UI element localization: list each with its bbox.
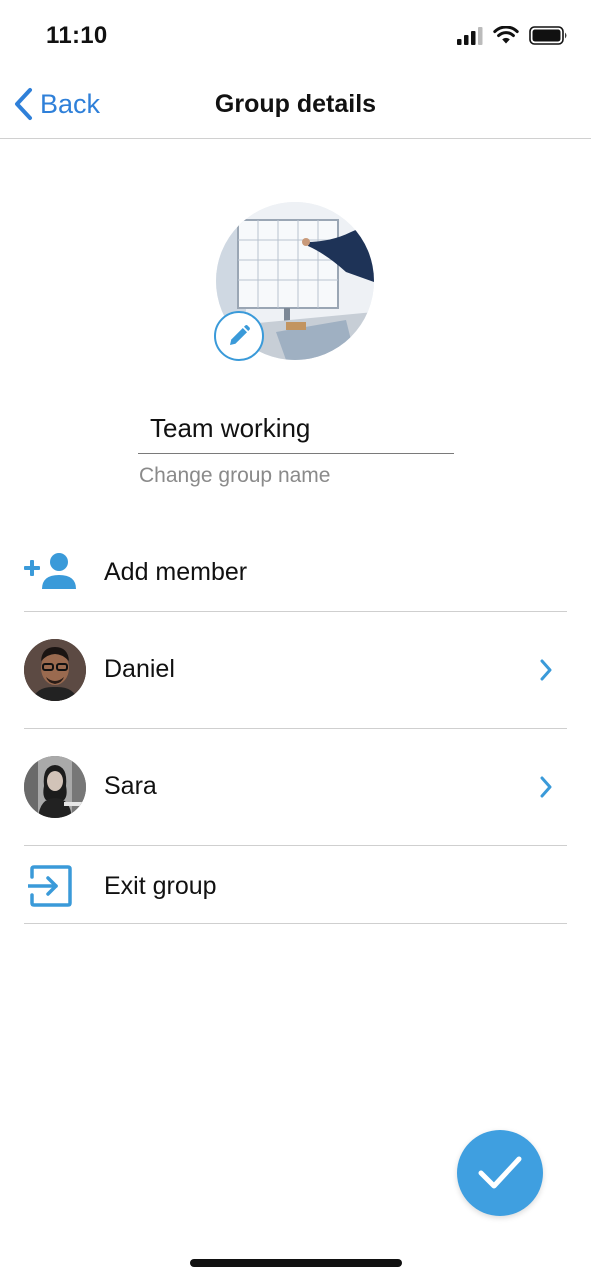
member-photo <box>24 639 86 701</box>
group-name-helper: Change group name <box>139 464 331 487</box>
member-name: Daniel <box>104 655 175 683</box>
status-icons <box>457 26 569 45</box>
cellular-signal-icon <box>457 26 483 45</box>
status-time: 11:10 <box>46 22 108 49</box>
exit-group-row[interactable]: Exit group <box>24 846 567 924</box>
add-member-label: Add member <box>104 558 248 586</box>
chevron-right-icon <box>540 659 552 681</box>
exit-icon <box>28 865 72 907</box>
chevron-right-icon <box>540 776 552 798</box>
navigation-bar: Back Group details <box>0 72 591 139</box>
avatar <box>24 756 86 818</box>
add-person-icon <box>24 553 76 589</box>
group-name-input[interactable] <box>138 404 454 454</box>
member-name: Sara <box>104 772 157 800</box>
wifi-icon <box>493 26 519 44</box>
pencil-icon <box>230 325 250 345</box>
edit-photo-button[interactable] <box>214 311 264 361</box>
add-member-row[interactable]: Add member <box>24 535 567 612</box>
home-indicator <box>190 1259 402 1267</box>
checkmark-icon <box>478 1156 522 1189</box>
member-row-sara[interactable]: Sara <box>24 729 567 846</box>
exit-group-label: Exit group <box>104 872 217 900</box>
member-photo <box>24 756 86 818</box>
page-title: Group details <box>214 90 377 118</box>
battery-icon <box>529 26 567 45</box>
avatar <box>24 639 86 701</box>
status-bar: 11:10 <box>0 0 591 72</box>
confirm-button[interactable] <box>457 1130 543 1216</box>
member-row-daniel[interactable]: Daniel <box>24 612 567 729</box>
